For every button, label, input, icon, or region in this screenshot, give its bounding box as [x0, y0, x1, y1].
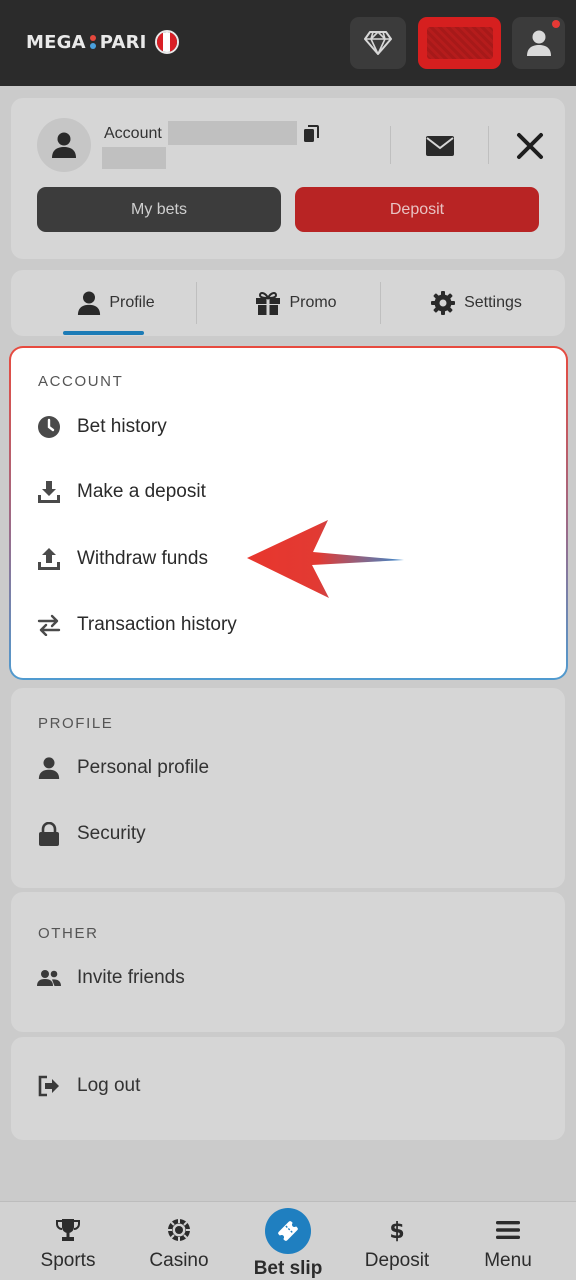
flag-icon: [154, 30, 179, 54]
menu-log-out[interactable]: Log out: [36, 1073, 140, 1099]
section-title-other: OTHER: [38, 925, 99, 942]
vip-button[interactable]: [350, 17, 406, 69]
tab-label: Profile: [109, 294, 155, 311]
menu-label: Personal profile: [77, 757, 210, 778]
menu-label: Security: [77, 823, 146, 844]
tab-settings[interactable]: Settings: [396, 270, 556, 336]
logo-dot: [89, 35, 97, 49]
account-label: Account: [104, 125, 162, 142]
nav-casino[interactable]: Casino: [137, 1202, 221, 1280]
nav-label: Bet slip: [253, 1258, 323, 1279]
nav-deposit[interactable]: $ Deposit: [355, 1202, 439, 1280]
menu-label: Transaction history: [77, 614, 237, 635]
divider: [380, 282, 381, 324]
section-title-account: ACCOUNT: [38, 373, 124, 390]
user-icon: [526, 30, 551, 56]
balance-button[interactable]: [418, 17, 501, 69]
gift-icon: [256, 292, 281, 315]
tab-label: Promo: [289, 294, 337, 311]
ticket-icon: [278, 1221, 298, 1241]
close-icon[interactable]: [516, 132, 544, 160]
nav-sports[interactable]: Sports: [26, 1202, 110, 1280]
download-icon: [38, 481, 60, 503]
deposit-button[interactable]: Deposit: [295, 187, 539, 232]
dollar-icon: $: [389, 1219, 404, 1243]
menu-bet-history[interactable]: Bet history: [36, 414, 167, 440]
logout-section: Log out: [11, 1037, 565, 1140]
person-icon: [38, 757, 60, 779]
diamond-icon: [364, 31, 392, 55]
menu-transaction-history[interactable]: Transaction history: [36, 612, 237, 638]
top-bar: MEGA PARI: [0, 0, 576, 86]
upload-icon: [38, 548, 60, 570]
nav-label: Deposit: [364, 1250, 430, 1271]
person-icon: [52, 132, 76, 158]
copy-icon[interactable]: [303, 125, 319, 143]
group-icon: [37, 970, 61, 986]
balance-hidden: [426, 27, 493, 59]
nav-label: Menu: [484, 1250, 532, 1271]
menu-label: Bet history: [77, 416, 167, 437]
clock-icon: [38, 416, 60, 438]
nav-menu[interactable]: Menu: [466, 1202, 550, 1280]
menu-personal-profile[interactable]: Personal profile: [36, 755, 209, 781]
divider: [390, 126, 391, 164]
menu-make-deposit[interactable]: Make a deposit: [36, 479, 206, 505]
user-button[interactable]: [512, 17, 565, 69]
mail-icon[interactable]: [426, 136, 454, 156]
avatar: [37, 118, 91, 172]
active-tab-indicator: [63, 331, 144, 335]
nav-label: Casino: [149, 1250, 209, 1271]
logo[interactable]: MEGA PARI: [26, 30, 179, 54]
menu-label: Invite friends: [77, 967, 185, 988]
profile-section: PROFILE Personal profile Security: [11, 688, 565, 888]
pointer-arrow: [247, 520, 404, 598]
menu-label: Make a deposit: [77, 481, 206, 502]
tab-profile[interactable]: Profile: [41, 270, 191, 336]
tab-promo[interactable]: Promo: [211, 270, 381, 336]
transfer-icon: [37, 614, 61, 636]
logout-icon: [38, 1075, 59, 1097]
account-id-hidden: [168, 121, 297, 145]
notification-dot: [552, 20, 560, 28]
lock-icon: [39, 822, 59, 846]
divider: [196, 282, 197, 324]
divider: [488, 126, 489, 164]
menu-label: Withdraw funds: [77, 548, 208, 569]
my-bets-button[interactable]: My bets: [37, 187, 281, 232]
menu-withdraw-funds[interactable]: Withdraw funds: [36, 546, 208, 572]
section-title-profile: PROFILE: [38, 715, 114, 732]
person-icon: [78, 291, 101, 315]
gear-icon: [431, 291, 456, 315]
menu-security[interactable]: Security: [36, 821, 146, 847]
chip-icon: [168, 1219, 190, 1241]
nav-label: Sports: [40, 1250, 96, 1271]
logo-text-mega: MEGA: [26, 31, 86, 53]
svg-text:$: $: [389, 1219, 404, 1243]
tab-label: Settings: [464, 294, 522, 311]
account-card: Account My bets Deposit: [11, 98, 565, 259]
menu-icon: [496, 1221, 520, 1239]
logo-text-pari: PARI: [99, 31, 147, 53]
bet-slip-badge: [265, 1208, 311, 1254]
nav-bet-slip[interactable]: Bet slip: [244, 1202, 332, 1280]
menu-invite-friends[interactable]: Invite friends: [36, 965, 185, 991]
trophy-icon: [56, 1219, 80, 1241]
account-balance-hidden: [102, 147, 166, 169]
tab-bar: Profile Promo Settings: [11, 270, 565, 336]
menu-label: Log out: [77, 1075, 141, 1096]
bottom-nav: Sports Casino Bet slip $ Deposit Menu: [0, 1201, 576, 1280]
account-section: ACCOUNT Bet history Make a deposit Withd…: [9, 346, 568, 680]
other-section: OTHER Invite friends: [11, 892, 565, 1032]
